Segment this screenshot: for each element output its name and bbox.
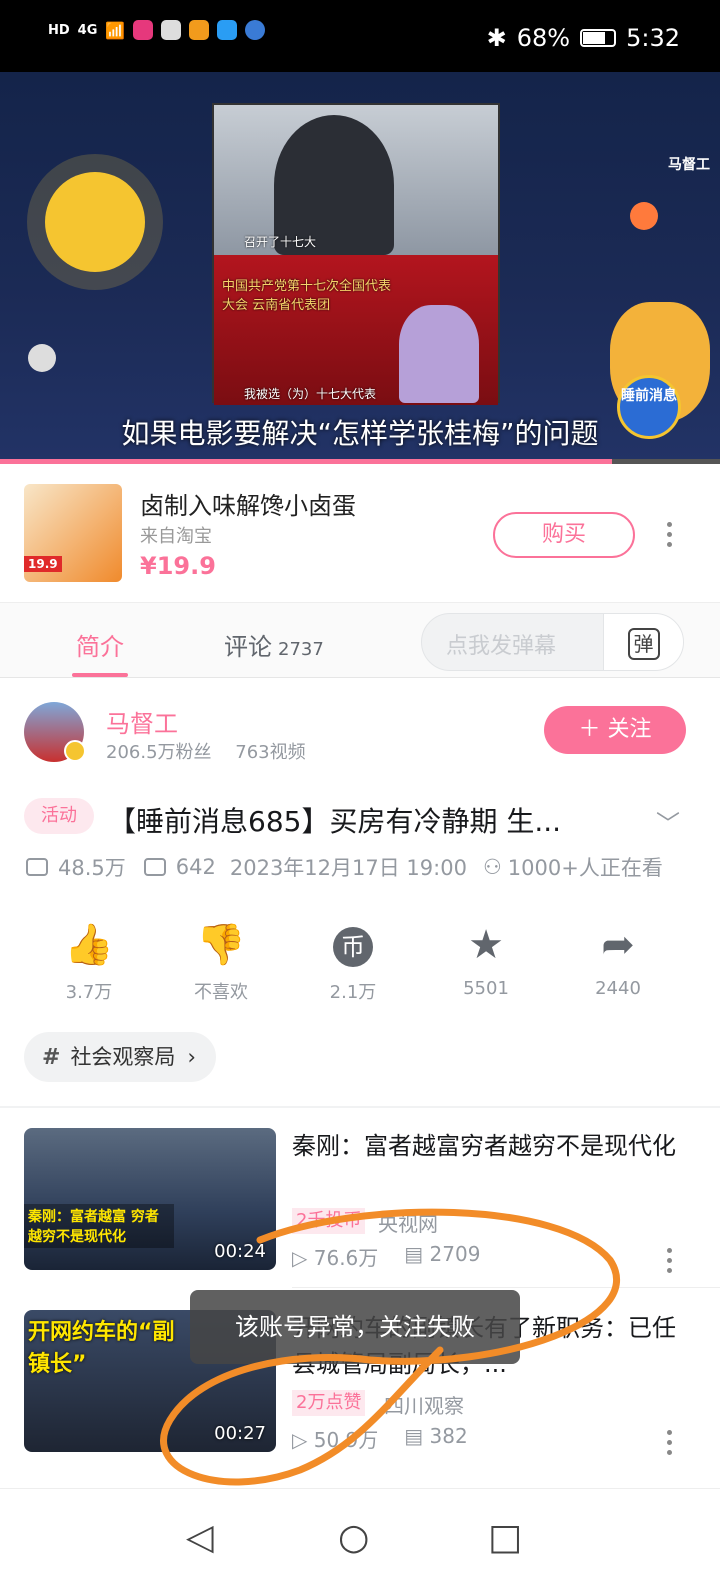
signal-indicator: 4G: [77, 22, 98, 38]
share-count: 2440: [595, 978, 641, 999]
app-icon-white: [161, 20, 182, 40]
status-bar: HD 4G 📶 ✱ 68% 5:32: [0, 0, 720, 72]
thumbs-up-icon: 👍: [64, 922, 114, 968]
tab-comments-label: 评论: [224, 633, 272, 661]
dislike-button[interactable]: 👎 不喜欢: [161, 920, 281, 1004]
follower-count: 206.5万粉丝: [106, 742, 212, 763]
recommended-title: 秦刚：富者越富穷者越穷不是现代化: [292, 1132, 676, 1160]
app-icon-blue: [217, 20, 238, 40]
share-button[interactable]: ➦ 2440: [558, 920, 678, 999]
danmaku-toggle-button[interactable]: 弹: [603, 614, 683, 670]
status-left: HD 4G 📶: [48, 20, 266, 40]
video-subtitle: 如果电影要解决“怎样学张桂梅”的问题: [121, 417, 599, 450]
star-icon: ★: [468, 922, 504, 968]
bluetooth-icon: ✱: [486, 24, 507, 52]
app-icon-red: [133, 20, 154, 40]
like-count: 3.7万: [65, 982, 113, 1003]
tab-bar: 简介 评论 2737 点我发弹幕 弹: [0, 602, 720, 678]
product-image-price-tag: 19.9: [24, 556, 62, 572]
watching-count: 1000+人正在看: [507, 856, 663, 880]
system-nav-bar: ◁ ○ □: [0, 1488, 720, 1592]
play-count-icon: [26, 858, 48, 876]
uploader-name[interactable]: 马督工: [106, 704, 178, 739]
news-footage: 召开了十七大 中国共产党第十七次全国代表大会 云南省代表团 我被选（为）十七大代…: [212, 103, 500, 405]
product-more-icon[interactable]: [666, 522, 672, 547]
channel-logo: 马督工: [668, 157, 710, 173]
uploader-stats: 206.5万粉丝 763视频: [106, 738, 306, 764]
app-icon-globe: [245, 20, 266, 40]
publish-datetime: 2023年12月17日 19:00: [229, 856, 467, 880]
product-source: 来自淘宝: [140, 526, 212, 547]
saturn-illustration: [28, 344, 56, 372]
tab-comments-count: 2737: [278, 639, 324, 660]
topic-tag[interactable]: # 社会观察局 ›: [24, 1032, 216, 1082]
recents-icon[interactable]: □: [488, 1517, 522, 1558]
video-player[interactable]: 马督工 召开了十七大 中国共产党第十七次全国代表大会 云南省代表团 我被选（为）…: [0, 72, 720, 462]
product-title: 卤制入味解馋小卤蛋: [140, 492, 356, 520]
danmaku-count: 642: [175, 855, 216, 879]
tab-intro[interactable]: 简介: [76, 627, 124, 662]
view-count: 48.5万: [58, 856, 126, 880]
hd-indicator: HD: [48, 22, 70, 38]
coin-button[interactable]: 币 2.1万: [293, 920, 413, 1004]
coin-icon: 币: [293, 920, 413, 970]
watching-icon: ⚇: [482, 855, 502, 879]
recommended-more-icon[interactable]: [666, 1430, 672, 1455]
tab-comments[interactable]: 评论 2737: [224, 627, 324, 662]
clock: 5:32: [626, 24, 680, 52]
like-button[interactable]: 👍 3.7万: [29, 920, 149, 1004]
moon-illustration: [45, 172, 145, 272]
chevron-right-icon: ›: [187, 1045, 196, 1069]
thumbs-down-icon: 👎: [196, 922, 246, 968]
video-title[interactable]: 【睡前消息685】买房有冷静期 生...: [108, 800, 628, 840]
favorite-count: 5501: [463, 978, 509, 999]
danmaku-placeholder: 点我发弹幕: [446, 634, 557, 659]
back-icon[interactable]: ◁: [186, 1517, 214, 1558]
battery-icon: [580, 29, 617, 47]
app-icon-orange: [189, 20, 210, 40]
tab-active-indicator: [72, 673, 128, 677]
coin-count: 2.1万: [329, 982, 377, 1003]
product-image: 19.9: [24, 484, 122, 582]
follow-button[interactable]: ＋ 关注: [544, 706, 686, 754]
favorite-button[interactable]: ★ 5501: [426, 920, 546, 999]
product-price: ¥19.9: [140, 552, 216, 580]
buy-button[interactable]: 购买: [493, 512, 635, 558]
dislike-label: 不喜欢: [194, 982, 248, 1003]
verified-badge-icon: [64, 740, 86, 762]
battery-text: 68%: [516, 24, 571, 52]
news-caption-bottom: 我被选（为）十七大代表: [244, 387, 377, 401]
product-card[interactable]: 19.9 卤制入味解馋小卤蛋 来自淘宝 ¥19.9 购买: [0, 464, 720, 602]
activity-badge[interactable]: 活动: [24, 798, 94, 834]
video-count: 763视频: [235, 742, 306, 763]
news-banner: 中国共产党第十七次全国代表大会 云南省代表团: [222, 279, 392, 313]
danmaku-tv-icon: 弹: [627, 627, 660, 660]
home-icon[interactable]: ○: [338, 1517, 369, 1558]
danmaku-count-icon: [143, 858, 166, 876]
recommended-more-icon[interactable]: [666, 1248, 672, 1273]
topic-tag-label: 社会观察局: [70, 1045, 176, 1069]
news-caption-top: 召开了十七大: [244, 235, 317, 249]
danmaku-input[interactable]: 点我发弹幕 弹: [421, 613, 684, 671]
wifi-icon: 📶: [105, 20, 126, 40]
delegate-figure: [399, 305, 479, 403]
share-icon: ➦: [601, 922, 635, 968]
video-meta: 48.5万 642 2023年12月17日 19:00 ⚇ 1000+人正在看: [26, 852, 663, 882]
annotation-circle: [160, 1208, 621, 1486]
hashtag-icon: #: [42, 1045, 61, 1070]
status-right: ✱ 68% 5:32: [487, 24, 680, 52]
expand-chevron-icon[interactable]: ﹀: [656, 804, 680, 839]
planet-illustration: [630, 202, 658, 230]
